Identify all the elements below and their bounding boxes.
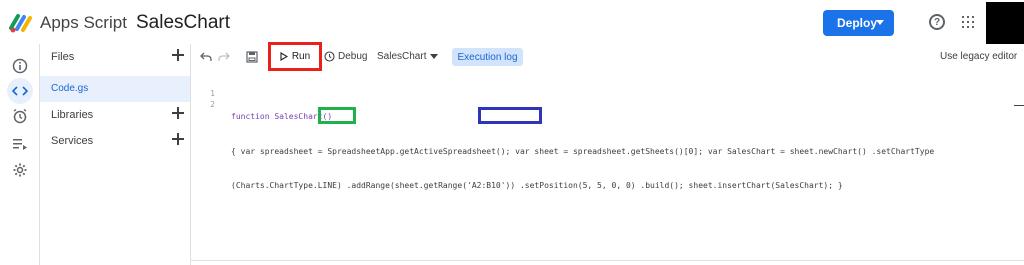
file-name: Code.gs: [51, 83, 89, 94]
save-button[interactable]: [245, 50, 259, 64]
file-item-code-gs[interactable]: Code.gs: [40, 76, 190, 102]
apps-grid-icon[interactable]: [962, 16, 974, 28]
chevron-down-icon: [876, 20, 884, 25]
range-highlight: [478, 107, 542, 124]
files-label: Files: [51, 51, 75, 63]
play-icon: [280, 52, 288, 61]
editor-bottom-divider: [191, 260, 1024, 261]
line-chart-type-highlight: [318, 107, 356, 124]
debug-label: Debug: [338, 51, 368, 62]
execution-log-button[interactable]: Execution log: [452, 48, 523, 66]
code-icon: [12, 86, 28, 96]
line-number: 1: [210, 89, 215, 98]
help-icon[interactable]: ?: [929, 14, 945, 30]
run-label: Run: [291, 51, 311, 62]
alarm-clock-icon: [13, 108, 27, 124]
executions-button[interactable]: [8, 132, 32, 156]
deploy-label: Deploy: [837, 16, 878, 30]
left-nav-rail: [0, 44, 40, 265]
add-library-icon[interactable]: [172, 107, 184, 119]
settings-button[interactable]: [8, 158, 32, 182]
code-line-2: { var spreadsheet = SpreadsheetApp.getAc…: [231, 146, 935, 156]
libraries-section-header: Libraries: [40, 102, 190, 128]
triggers-button[interactable]: [8, 104, 32, 128]
gear-icon: [13, 163, 27, 177]
editor-button[interactable]: [7, 78, 33, 104]
apps-script-logo-icon: [9, 14, 32, 33]
chevron-down-icon: [430, 54, 439, 59]
code-editor[interactable]: 1 2 function SalesChart() { var spreadsh…: [191, 72, 1024, 260]
undo-icon: [200, 52, 212, 61]
line-number-gutter: 1 2: [205, 88, 215, 110]
execution-log-label: Execution log: [457, 51, 518, 63]
deploy-button[interactable]: Deploy: [823, 10, 894, 36]
save-icon: [246, 51, 258, 63]
services-section-header: Services: [40, 128, 190, 154]
app-name: Apps Script: [40, 13, 127, 32]
redo-button[interactable]: [217, 50, 231, 64]
undo-button[interactable]: [199, 50, 213, 64]
run-button[interactable]: Run: [268, 42, 322, 71]
services-label: Services: [51, 135, 94, 147]
add-service-icon[interactable]: [172, 133, 184, 145]
avatar[interactable]: [986, 2, 1024, 44]
libraries-label: Libraries: [51, 109, 94, 121]
use-legacy-editor-button[interactable]: Use legacy editor: [940, 51, 1017, 62]
line-number: 2: [210, 100, 215, 109]
top-header: Apps Script SalesChart Deploy ?: [0, 0, 1024, 44]
function-select-value: SalesChart: [377, 51, 427, 62]
files-section-header: Files: [40, 44, 190, 70]
executions-icon: [13, 139, 27, 150]
code-line-2-wrap: (Charts.ChartType.LINE) .addRange(sheet.…: [231, 181, 843, 190]
debug-button[interactable]: Debug: [324, 51, 367, 62]
debug-icon: [324, 51, 335, 62]
files-panel: Files Code.gs Libraries Services: [40, 44, 191, 265]
scrollbar-marker: [1014, 105, 1024, 106]
function-select[interactable]: SalesChart: [377, 51, 439, 62]
info-icon: [12, 58, 28, 74]
project-title[interactable]: SalesChart: [136, 12, 230, 34]
overview-button[interactable]: [8, 54, 32, 78]
add-file-icon[interactable]: [172, 49, 184, 61]
redo-icon: [218, 52, 230, 61]
